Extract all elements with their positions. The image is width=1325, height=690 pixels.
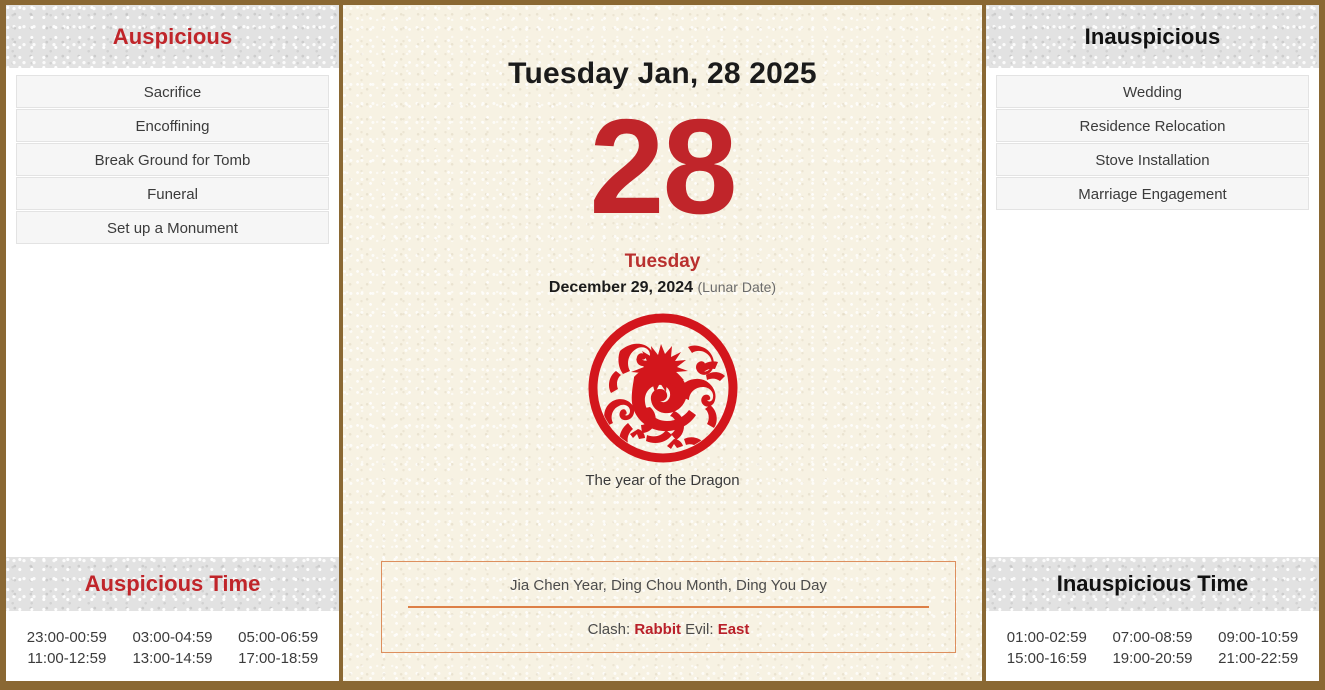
evil-label: Evil: bbox=[685, 621, 714, 638]
auspicious-time-grid: 23:00-00:59 03:00-04:59 05:00-06:59 11:0… bbox=[6, 611, 339, 681]
lunar-date-line: December 29, 2024 (Lunar Date) bbox=[549, 279, 776, 297]
calendar-app: Auspicious Sacrifice Encoffining Break G… bbox=[0, 0, 1325, 690]
list-item[interactable]: Encoffining bbox=[16, 109, 329, 142]
time-slot[interactable]: 09:00-10:59 bbox=[1218, 629, 1298, 646]
time-slot[interactable]: 15:00-16:59 bbox=[1007, 650, 1087, 667]
inauspicious-event-list: Wedding Residence Relocation Stove Insta… bbox=[986, 68, 1319, 557]
inauspicious-time-title: Inauspicious Time bbox=[1056, 571, 1249, 596]
ganzhi-pillars: Jia Chen Year, Ding Chou Month, Ding You… bbox=[408, 577, 929, 608]
time-slot[interactable]: 03:00-04:59 bbox=[132, 629, 212, 646]
time-slot[interactable]: 23:00-00:59 bbox=[27, 629, 107, 646]
time-slot[interactable]: 07:00-08:59 bbox=[1112, 629, 1192, 646]
list-item[interactable]: Break Ground for Tomb bbox=[16, 143, 329, 176]
weekday-label: Tuesday bbox=[624, 251, 701, 273]
evil-value: East bbox=[717, 621, 750, 638]
time-slot[interactable]: 05:00-06:59 bbox=[238, 629, 318, 646]
page-title: Tuesday Jan, 28 2025 bbox=[508, 57, 817, 90]
inauspicious-time-header: Inauspicious Time bbox=[986, 557, 1319, 611]
day-number: 28 bbox=[589, 91, 737, 242]
auspicious-header: Auspicious bbox=[6, 5, 339, 68]
time-slot[interactable]: 13:00-14:59 bbox=[132, 650, 212, 667]
time-slot[interactable]: 01:00-02:59 bbox=[1007, 629, 1087, 646]
auspicious-panel: Auspicious Sacrifice Encoffining Break G… bbox=[6, 5, 339, 681]
list-item[interactable]: Residence Relocation bbox=[996, 109, 1309, 142]
clash-evil-line: Clash: Rabbit Evil: East bbox=[408, 621, 929, 638]
time-slot[interactable]: 11:00-12:59 bbox=[27, 650, 106, 667]
list-item[interactable]: Funeral bbox=[16, 177, 329, 210]
inauspicious-header: Inauspicious bbox=[986, 5, 1319, 68]
list-item[interactable]: Sacrifice bbox=[16, 75, 329, 108]
clash-value: Rabbit bbox=[634, 621, 681, 638]
lunar-date-value: December 29, 2024 bbox=[548, 279, 694, 297]
list-item[interactable]: Stove Installation bbox=[996, 143, 1309, 176]
auspicious-event-list: Sacrifice Encoffining Break Ground for T… bbox=[6, 68, 339, 557]
list-item[interactable]: Marriage Engagement bbox=[996, 177, 1309, 210]
zodiac-caption: The year of the Dragon bbox=[585, 472, 740, 490]
inauspicious-panel: Inauspicious Wedding Residence Relocatio… bbox=[986, 5, 1319, 681]
list-item[interactable]: Wedding bbox=[996, 75, 1309, 108]
lunar-date-tag: (Lunar Date) bbox=[697, 279, 777, 296]
clash-label: Clash: bbox=[587, 621, 631, 638]
inauspicious-time-grid: 01:00-02:59 07:00-08:59 09:00-10:59 15:0… bbox=[986, 611, 1319, 681]
inauspicious-header-title: Inauspicious bbox=[1084, 23, 1221, 49]
time-slot[interactable]: 19:00-20:59 bbox=[1112, 650, 1192, 667]
almanac-info-box: Jia Chen Year, Ding Chou Month, Ding You… bbox=[381, 561, 956, 653]
auspicious-time-header: Auspicious Time bbox=[6, 557, 339, 611]
time-slot[interactable]: 21:00-22:59 bbox=[1218, 650, 1298, 667]
auspicious-header-title: Auspicious bbox=[112, 23, 233, 49]
auspicious-time-title: Auspicious Time bbox=[84, 571, 261, 596]
list-item[interactable]: Set up a Monument bbox=[16, 211, 329, 244]
dragon-papercut-icon bbox=[586, 311, 740, 465]
date-panel: Tuesday Jan, 28 2025 28 Tuesday December… bbox=[343, 5, 982, 681]
time-slot[interactable]: 17:00-18:59 bbox=[238, 650, 318, 667]
